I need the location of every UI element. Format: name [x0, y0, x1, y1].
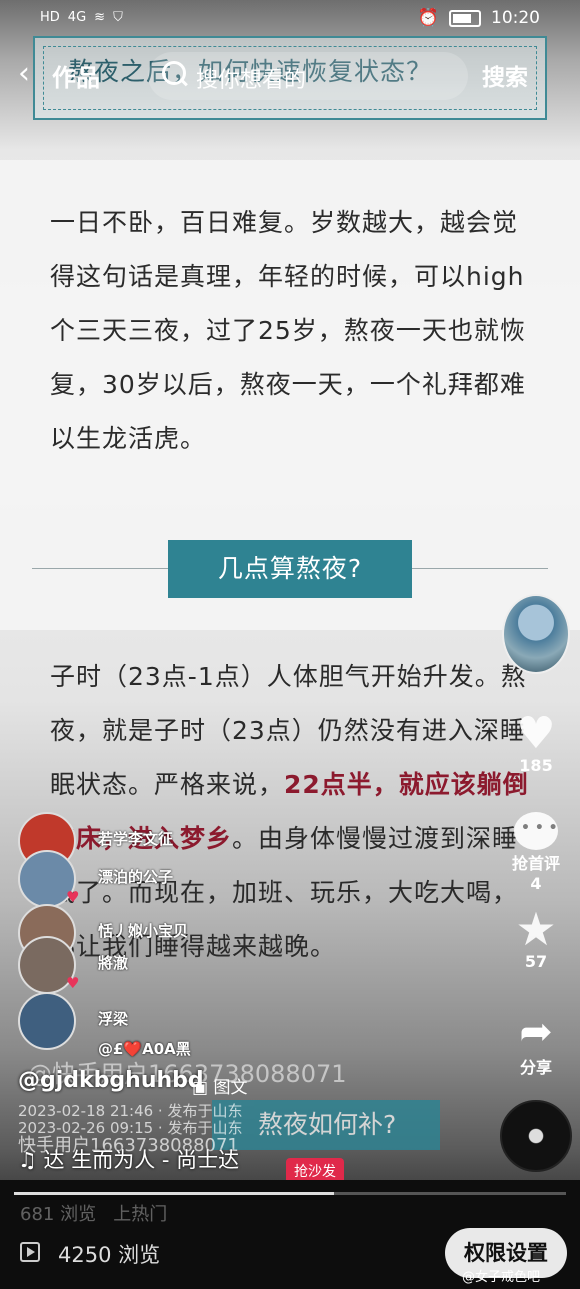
comment-item[interactable]: ♥ 漂泊的公子 — [18, 850, 318, 908]
like-button[interactable]: ♥ 185 — [507, 708, 565, 776]
nav-title: 作品 — [52, 64, 100, 92]
section-heading-1: 几点算熬夜? — [168, 540, 412, 598]
alarm-icon: ⏰ — [417, 8, 439, 28]
wifi-icon: ≋ — [94, 10, 106, 25]
ghost-hot: 上热门 — [113, 1204, 168, 1225]
share-icon: ➦ — [519, 1009, 553, 1055]
chevron-left-icon[interactable]: ‹ — [18, 56, 30, 91]
music-disc-icon[interactable] — [500, 1100, 572, 1172]
search-icon — [162, 61, 186, 85]
comment-count: 4 — [530, 874, 542, 893]
comment-username: 將澈 — [98, 954, 129, 972]
watermark: @女子戒色吧 — [462, 1270, 541, 1285]
share-label: 分享 — [519, 1058, 552, 1077]
battery-icon — [449, 9, 481, 27]
clock: 10:20 — [491, 8, 540, 28]
image-post-icon: ▣ — [192, 1078, 214, 1098]
comment-username: 漂泊的公子 — [98, 868, 174, 886]
comment-icon — [514, 812, 558, 850]
ghost-views: 681 浏览 — [20, 1204, 97, 1225]
ghost-stats-row: 681 浏览 上热门 — [20, 1200, 167, 1226]
heart-icon: ♥ — [516, 708, 556, 759]
search-button[interactable]: 搜索 — [482, 58, 528, 92]
views-icon — [20, 1242, 40, 1262]
top-nav-bar: ‹ 作品 搜你想看的 搜索 — [0, 44, 580, 104]
shield-icon: ⛉ — [113, 10, 123, 25]
article-paragraph-1: 一日不卧，百日难复。岁数越大，越会觉得这句话是真理，年轻的时候，可以high个三… — [50, 208, 526, 453]
views-count: 4250 浏览 — [58, 1243, 161, 1267]
creator-avatar[interactable] — [502, 594, 570, 674]
music-title: 达 生而为人 - 尚士达 — [43, 1148, 240, 1172]
share-button[interactable]: ➦ 分享 — [507, 1010, 565, 1078]
comment-label: 抢首评 — [511, 854, 560, 873]
hd-indicator: HD — [40, 10, 60, 25]
comment-username: 若学李文征 — [98, 830, 174, 848]
post-type-tag: ▣ 图文 — [192, 1073, 247, 1098]
music-info[interactable]: ♫ 达 生而为人 - 尚士达 — [18, 1144, 239, 1174]
star-icon: ★ — [515, 902, 557, 956]
progress-fill — [14, 1192, 335, 1195]
favorite-button[interactable]: ★ 57 — [507, 906, 565, 971]
status-bar: HD 4G ≋ ⛉ ⏰ 10:20 — [0, 0, 580, 36]
search-placeholder: 搜你想看的 — [196, 68, 307, 93]
music-note-icon: ♫ — [18, 1148, 44, 1172]
comment-username: 浮梁 — [98, 1010, 129, 1028]
post-type-label: 图文 — [213, 1078, 248, 1098]
search-input[interactable]: 搜你想看的 — [148, 52, 468, 100]
status-right-indicators: ⏰ 10:20 — [418, 8, 540, 28]
section-heading-2: 熬夜如何补? — [212, 1100, 440, 1150]
network-indicator: 4G — [67, 10, 87, 25]
comment-item[interactable]: ♥ 將澈 — [18, 936, 318, 994]
author-handle[interactable]: @gjdkbghuhbd — [18, 1068, 204, 1093]
heart-icon: ♥ — [66, 974, 80, 992]
status-left-indicators: HD 4G ≋ ⛉ — [40, 10, 123, 25]
comment-button[interactable]: 抢首评 4 — [507, 812, 565, 893]
